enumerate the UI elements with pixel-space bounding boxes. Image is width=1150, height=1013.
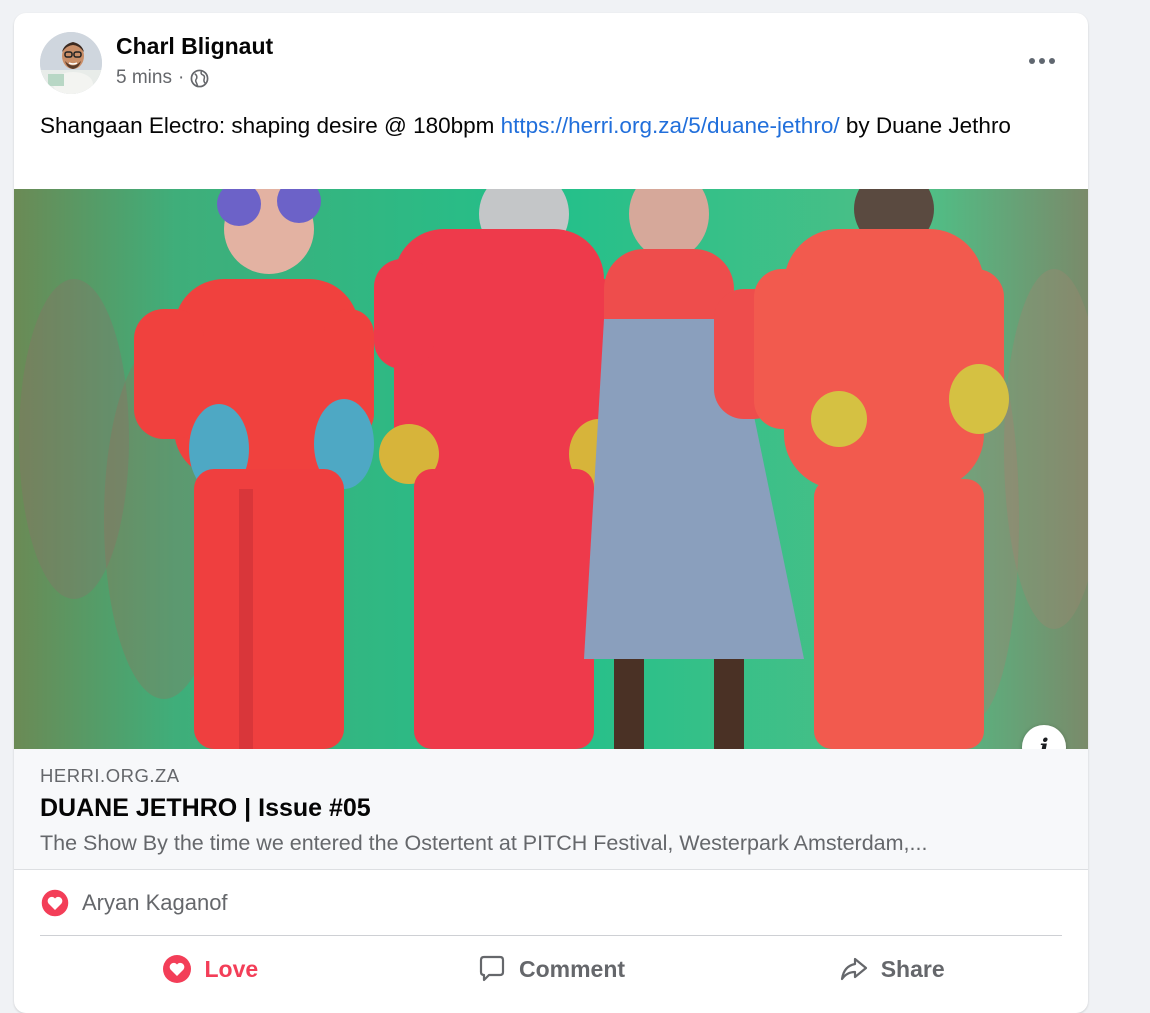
reactions-summary[interactable]: Aryan Kaganof [40,883,228,923]
post-timestamp[interactable]: 5 mins [116,67,172,89]
post-link[interactable]: https://herri.org.za/5/duane-jethro/ [501,113,840,138]
post-card: Charl Blignaut 5 mins · Shangaan Electro… [14,13,1088,1013]
link-preview[interactable]: HERRI.ORG.ZA DUANE JETHRO | Issue #05 Th… [14,749,1088,870]
post-text-suffix: by Duane Jethro [839,113,1011,138]
reactor-names: Aryan Kaganof [82,890,228,915]
love-button[interactable]: Love [40,941,381,997]
comment-button[interactable]: Comment [381,941,722,997]
link-title: DUANE JETHRO | Issue #05 [40,794,371,822]
share-button[interactable]: Share [721,941,1062,997]
share-icon [840,957,867,981]
author-name[interactable]: Charl Blignaut [116,33,273,60]
comment-label: Comment [518,955,626,982]
post-meta: 5 mins · [116,67,209,89]
post-actions: Love Comment Share [40,941,1062,997]
link-description: The Show By the time we entered the Oste… [40,831,928,855]
love-reaction-icon [40,888,70,918]
love-label: Love [204,955,259,982]
link-preview-image[interactable]: i [14,189,1088,749]
meta-separator: · [177,67,185,88]
comment-icon [479,955,505,982]
share-label: Share [880,955,945,982]
actions-divider [40,935,1062,936]
globe-icon[interactable] [190,69,209,88]
love-icon [163,955,192,983]
post-header: Charl Blignaut 5 mins · [14,13,1088,113]
post-text: Shangaan Electro: shaping desire @ 180bp… [40,110,1050,142]
author-avatar[interactable] [40,32,102,94]
more-options-icon[interactable] [1022,43,1062,79]
post-text-prefix: Shangaan Electro: shaping desire @ 180bp… [40,113,501,138]
link-domain: HERRI.ORG.ZA [40,765,180,786]
